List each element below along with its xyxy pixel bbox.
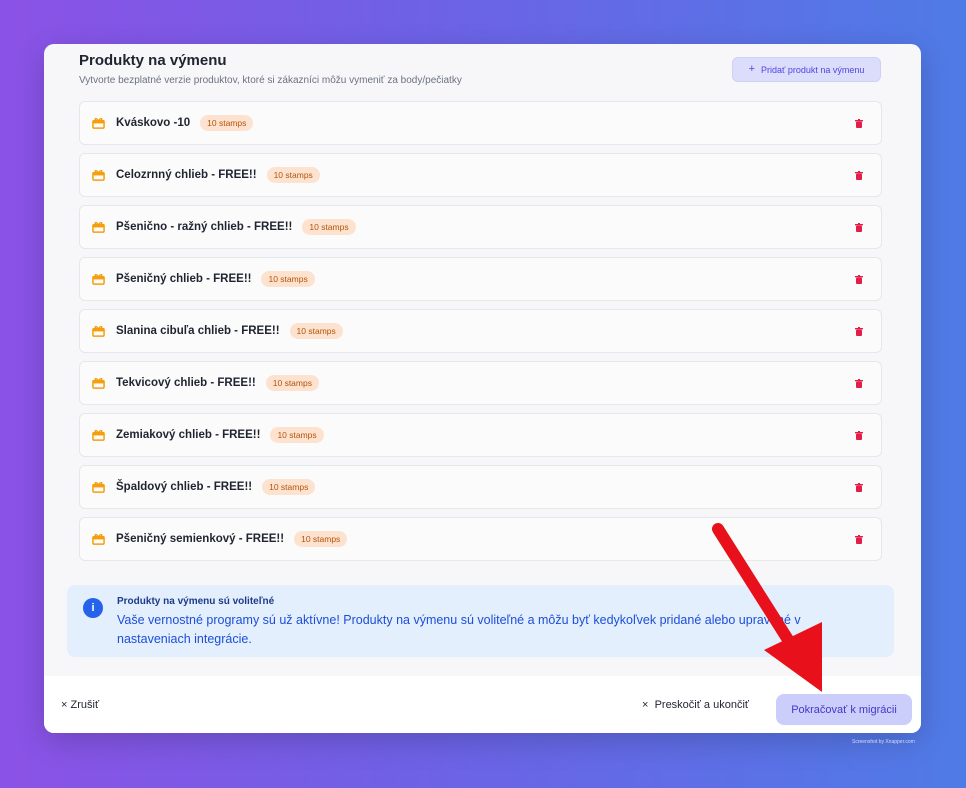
stamps-badge: 10 stamps (294, 531, 348, 547)
stamps-badge: 10 stamps (265, 375, 319, 391)
section-subtitle: Vytvorte bezplatné verzie produktov, kto… (79, 75, 462, 86)
gift-icon (92, 117, 105, 129)
section-title: Produkty na výmenu (79, 52, 227, 69)
info-title: Produkty na výmenu sú voliteľné (117, 596, 275, 607)
gift-icon (92, 169, 105, 181)
product-name: Slanina cibuľa chlieb - FREE!! 10 stamps (116, 323, 343, 339)
product-name: Špaldový chlieb - FREE!! 10 stamps (116, 479, 316, 495)
product-name: Kváskovo -10 10 stamps (116, 115, 254, 131)
stamps-badge: 10 stamps (266, 167, 320, 183)
gift-icon (92, 273, 105, 285)
add-product-label: Pridať produkt na výmenu (761, 64, 865, 75)
product-name: Pšeničný semienkový - FREE!! 10 stamps (116, 531, 348, 547)
product-row: Pšeničný semienkový - FREE!! 10 stamps (79, 517, 882, 561)
stamps-badge: 10 stamps (270, 427, 324, 443)
gift-icon (92, 533, 105, 545)
gift-icon (92, 325, 105, 337)
product-name: Celozrnný chlieb - FREE!! 10 stamps (116, 167, 320, 183)
continue-label: Pokračovať k migrácii (791, 703, 897, 716)
skip-label: Preskočiť a ukončiť (654, 699, 750, 711)
add-product-button[interactable]: + Pridať produkt na výmenu (732, 57, 881, 82)
trash-icon[interactable] (855, 119, 863, 128)
product-row: Pšeničný chlieb - FREE!! 10 stamps (79, 257, 882, 301)
product-list: Kváskovo -10 10 stamps Celozrnný chlieb -… (79, 101, 882, 569)
gift-icon (92, 481, 105, 493)
trash-icon[interactable] (855, 535, 863, 544)
trash-icon[interactable] (855, 379, 863, 388)
gift-icon (92, 429, 105, 441)
product-name: Pšenično - ražný chlieb - FREE!! 10 stamp… (116, 219, 356, 235)
info-text: Vaše vernostné programy sú už aktívne! P… (117, 613, 801, 646)
continue-migration-button[interactable]: Pokračovať k migrácii (776, 694, 912, 725)
product-row: Zemiakový chlieb - FREE!! 10 stamps (79, 413, 882, 457)
info-callout: i Produkty na výmenu sú voliteľné Vaše v… (67, 585, 894, 657)
trash-icon[interactable] (855, 483, 863, 492)
watermark: Screenshot by Xnapper.com (852, 739, 915, 745)
trash-icon[interactable] (855, 431, 863, 440)
product-row: Tekvicový chlieb - FREE!! 10 stamps (79, 361, 882, 405)
stamps-badge: 10 stamps (302, 219, 356, 235)
cancel-button[interactable]: × Zrušiť (61, 699, 99, 711)
trash-icon[interactable] (855, 223, 863, 232)
product-name: Pšeničný chlieb - FREE!! 10 stamps (116, 271, 315, 287)
modal-footer: × Zrušiť × Preskočiť a ukončiť Pokračova… (44, 676, 921, 733)
stamps-badge: 10 stamps (262, 479, 316, 495)
trash-icon[interactable] (855, 275, 863, 284)
gift-icon (92, 221, 105, 233)
trash-icon[interactable] (855, 171, 863, 180)
product-row: Pšenično - ražný chlieb - FREE!! 10 stamp… (79, 205, 882, 249)
product-row: Slanina cibuľa chlieb - FREE!! 10 stamps (79, 309, 882, 353)
plus-icon: + (748, 63, 755, 75)
trash-icon[interactable] (855, 327, 863, 336)
product-row: Kváskovo -10 10 stamps (79, 101, 882, 145)
gift-icon (92, 377, 105, 389)
product-row: Špaldový chlieb - FREE!! 10 stamps (79, 465, 882, 509)
migration-modal: Produkty na výmenu Vytvorte bezplatné ve… (44, 44, 921, 733)
info-icon: i (83, 598, 103, 618)
close-icon: × (61, 699, 68, 711)
close-icon: × (642, 699, 649, 711)
stamps-badge: 10 stamps (200, 115, 254, 131)
stamps-badge: 10 stamps (261, 271, 315, 287)
product-name: Tekvicový chlieb - FREE!! 10 stamps (116, 375, 319, 391)
product-row: Celozrnný chlieb - FREE!! 10 stamps (79, 153, 882, 197)
stamps-badge: 10 stamps (289, 323, 343, 339)
skip-button[interactable]: × Preskočiť a ukončiť (642, 699, 749, 711)
cancel-label: Zrušiť (70, 699, 100, 711)
product-name: Zemiakový chlieb - FREE!! 10 stamps (116, 427, 324, 443)
